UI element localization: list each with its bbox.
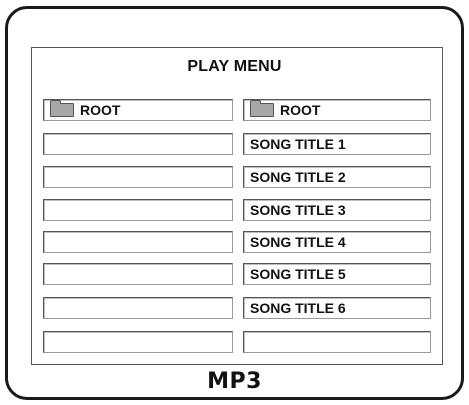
song-title: SONG TITLE 6 <box>250 300 346 316</box>
song-title: SONG TITLE 3 <box>250 202 346 218</box>
song-item-1[interactable]: SONG TITLE 1 <box>243 133 431 155</box>
left-list-item-7[interactable] <box>43 331 233 353</box>
song-title: SONG TITLE 5 <box>250 266 346 282</box>
song-item-6[interactable]: SONG TITLE 6 <box>243 297 431 319</box>
play-menu-title: PLAY MENU <box>187 58 282 75</box>
song-item-2[interactable]: SONG TITLE 2 <box>243 166 431 188</box>
song-item-7[interactable] <box>243 331 431 353</box>
song-item-4[interactable]: SONG TITLE 4 <box>243 231 431 253</box>
song-item-5[interactable]: SONG TITLE 5 <box>243 263 431 285</box>
song-title: SONG TITLE 1 <box>250 136 346 152</box>
folder-icon <box>50 100 74 117</box>
left-list-item-1[interactable] <box>43 133 233 155</box>
song-title: SONG TITLE 4 <box>250 234 346 250</box>
left-list-item-5[interactable] <box>43 263 233 285</box>
left-list-item-4[interactable] <box>43 231 233 253</box>
right-root-folder-label: ROOT <box>280 102 321 118</box>
left-list-item-6[interactable] <box>43 297 233 319</box>
song-title: SONG TITLE 2 <box>250 169 346 185</box>
folder-icon <box>250 100 274 117</box>
song-item-3[interactable]: SONG TITLE 3 <box>243 199 431 221</box>
right-root-folder[interactable]: ROOT <box>243 99 431 121</box>
left-list-item-3[interactable] <box>43 199 233 221</box>
left-list-item-2[interactable] <box>43 166 233 188</box>
left-root-folder[interactable]: ROOT <box>43 99 233 121</box>
left-root-folder-label: ROOT <box>80 102 121 118</box>
device-brand-label: MP3 <box>207 369 262 394</box>
